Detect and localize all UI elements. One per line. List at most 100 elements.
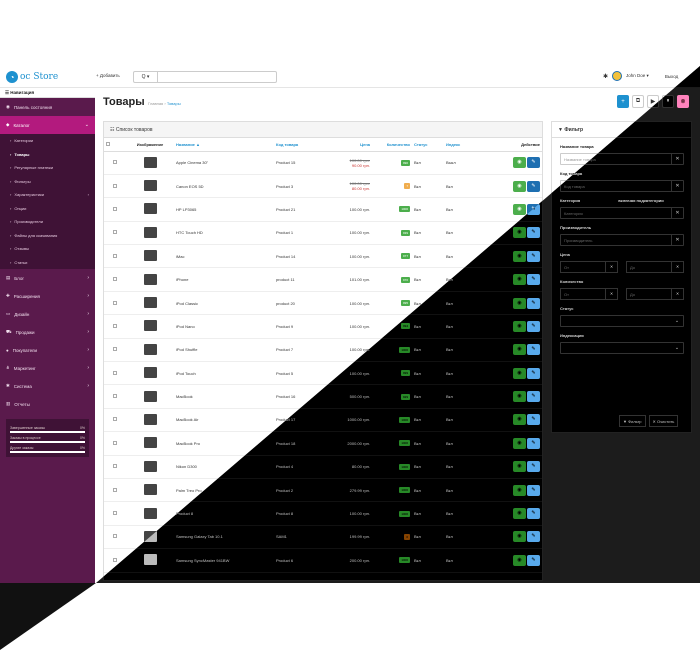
view-icon[interactable]: ◉ [512, 391, 526, 403]
view-icon[interactable]: ◉ [512, 367, 526, 379]
logo[interactable]: ◔ oc Store [6, 69, 62, 85]
sidebar-sub-articles[interactable]: › Статьи [0, 255, 95, 269]
clear-icon[interactable]: ✕ [605, 261, 617, 273]
edit-pencil-icon[interactable]: ✎ [527, 414, 540, 426]
sidebar-sub-options[interactable]: › Опции [0, 201, 95, 215]
view-icon[interactable]: ◉ [512, 554, 526, 566]
view-icon[interactable]: ◉ [512, 344, 526, 356]
search-type-select[interactable]: Q ▾ [134, 72, 158, 82]
view-icon[interactable]: ◉ [512, 320, 526, 332]
edit-pencil-icon[interactable]: ✎ [527, 437, 540, 449]
view-icon[interactable]: ◉ [512, 484, 526, 496]
filter-button[interactable]: ▼ Фильтр [619, 415, 646, 427]
edit-pencil-icon[interactable]: ✎ [527, 227, 540, 239]
edit-pencil-icon[interactable]: ✎ [527, 484, 540, 496]
view-icon[interactable]: ◉ [512, 157, 526, 169]
view-icon[interactable]: ◉ [512, 274, 526, 286]
disable-button[interactable]: ⏸ [662, 95, 674, 108]
price-from-input[interactable]: От ✕ [560, 261, 618, 273]
sidebar-sub-filters[interactable]: › Фильтры [0, 174, 95, 188]
sidebar-item-marketing[interactable]: ⋔ Маркетинг › [0, 359, 95, 377]
edit-pencil-icon[interactable]: ✎ [527, 391, 540, 403]
view-icon[interactable]: ◉ [512, 437, 526, 449]
subcategory-label[interactable]: включая подкатегории [618, 198, 663, 203]
row-checkbox[interactable] [104, 501, 126, 526]
sidebar-item-sales[interactable]: ⛟ Продажи › [0, 323, 95, 341]
row-checkbox[interactable] [104, 314, 126, 339]
view-icon[interactable]: ◉ [512, 227, 526, 239]
filter-manufacturer-input[interactable]: Производитель ✕ [560, 234, 684, 246]
row-checkbox[interactable] [104, 338, 126, 363]
row-checkbox[interactable] [104, 151, 126, 175]
edit-pencil-icon[interactable]: ✎ [527, 274, 540, 286]
edit-pencil-icon[interactable]: ✎ [527, 531, 540, 543]
clear-icon[interactable]: ✕ [671, 207, 683, 219]
col-model[interactable]: Код товара [274, 138, 324, 152]
add-button[interactable]: + Добавить [96, 73, 120, 78]
col-name[interactable]: Название ▲ [174, 138, 274, 152]
edit-pencil-icon[interactable]: ✎ [527, 461, 540, 473]
row-checkbox[interactable] [104, 267, 126, 292]
row-checkbox[interactable] [104, 244, 126, 269]
filter-status-select[interactable]: ⌄ [560, 315, 684, 327]
edit-pencil-icon[interactable]: ✎ [527, 157, 540, 169]
row-checkbox[interactable] [104, 455, 126, 479]
user-menu[interactable]: John Doe ▾ [626, 73, 649, 79]
sidebar-item-system[interactable]: ✱ Система › [0, 377, 95, 395]
sidebar-sub-attributes[interactable]: › Характеристики › [0, 188, 95, 202]
qty-from-input[interactable]: От ✕ [560, 288, 618, 300]
sidebar-item-catalog[interactable]: ◆ Каталог ⌄ [0, 116, 95, 134]
clear-icon[interactable]: ✕ [671, 288, 683, 300]
sidebar-item-reports[interactable]: ▥ Отчеты [0, 395, 95, 413]
edit-pencil-icon[interactable]: ✎ [527, 508, 540, 520]
enable-button[interactable]: ▶ [647, 95, 659, 108]
sidebar-sub-reviews[interactable]: › Отзывы [0, 242, 95, 256]
filter-category-input[interactable]: Категория ✕ [560, 207, 684, 219]
view-icon[interactable]: ◉ [512, 414, 526, 426]
delete-button[interactable]: ⊗ [677, 95, 689, 108]
view-icon[interactable]: ◉ [512, 203, 526, 215]
clear-icon[interactable]: ✕ [671, 261, 683, 273]
row-checkbox[interactable] [104, 431, 126, 456]
filter-name-input[interactable]: Название товара ✕ [560, 153, 684, 165]
copy-button[interactable]: ⧉ [632, 95, 644, 108]
row-checkbox[interactable] [104, 478, 126, 503]
edit-pencil-icon[interactable]: ✎ [527, 297, 540, 309]
col-index[interactable]: Индекс [444, 138, 494, 152]
view-icon[interactable]: ◉ [512, 531, 526, 543]
view-icon[interactable]: ◉ [512, 461, 526, 473]
row-checkbox[interactable] [104, 197, 126, 222]
edit-pencil-icon[interactable]: ✎ [527, 250, 540, 262]
select-all-checkbox[interactable] [104, 138, 126, 152]
sidebar-sub-recurring[interactable]: › Регулярные платежи [0, 161, 95, 175]
search-input[interactable] [158, 72, 276, 82]
filter-index-select[interactable]: ⌄ [560, 342, 684, 354]
edit-pencil-icon[interactable]: ✎ [527, 344, 540, 356]
sidebar-sub-manufacturers[interactable]: › Производители [0, 215, 95, 229]
edit-pencil-icon[interactable]: ✎ [527, 554, 540, 566]
row-checkbox[interactable] [104, 548, 126, 573]
sidebar-sub-downloads[interactable]: › Файлы для скачивания [0, 228, 95, 242]
sidebar-item-extensions[interactable]: ✚ Расширения › [0, 287, 95, 305]
row-checkbox[interactable] [104, 221, 126, 246]
edit-pencil-icon[interactable]: ✎ [527, 367, 540, 379]
row-checkbox[interactable] [104, 174, 126, 199]
edit-pencil-icon[interactable]: ✎ [527, 203, 540, 215]
gear-icon[interactable]: ✱ [603, 73, 608, 80]
clear-icon[interactable]: ✕ [605, 288, 617, 300]
edit-pencil-icon[interactable]: ✎ [527, 180, 540, 192]
row-checkbox[interactable] [104, 291, 126, 316]
clear-icon[interactable]: ✕ [671, 180, 683, 192]
avatar[interactable] [612, 71, 623, 81]
sidebar-item-blog[interactable]: ▤ Блог › [0, 269, 95, 287]
qty-to-input[interactable]: До ✕ [626, 288, 684, 300]
row-checkbox[interactable] [104, 361, 126, 386]
row-checkbox[interactable] [104, 525, 126, 550]
clear-icon[interactable]: ✕ [671, 234, 683, 246]
col-price[interactable]: Цена [324, 138, 372, 152]
sidebar-item-customers[interactable]: ● Покупатели › [0, 341, 95, 359]
row-checkbox[interactable] [104, 384, 126, 409]
view-icon[interactable]: ◉ [512, 180, 526, 192]
col-quantity[interactable]: Количество [372, 138, 412, 152]
clear-button[interactable]: ✕ Очистить [648, 415, 679, 427]
